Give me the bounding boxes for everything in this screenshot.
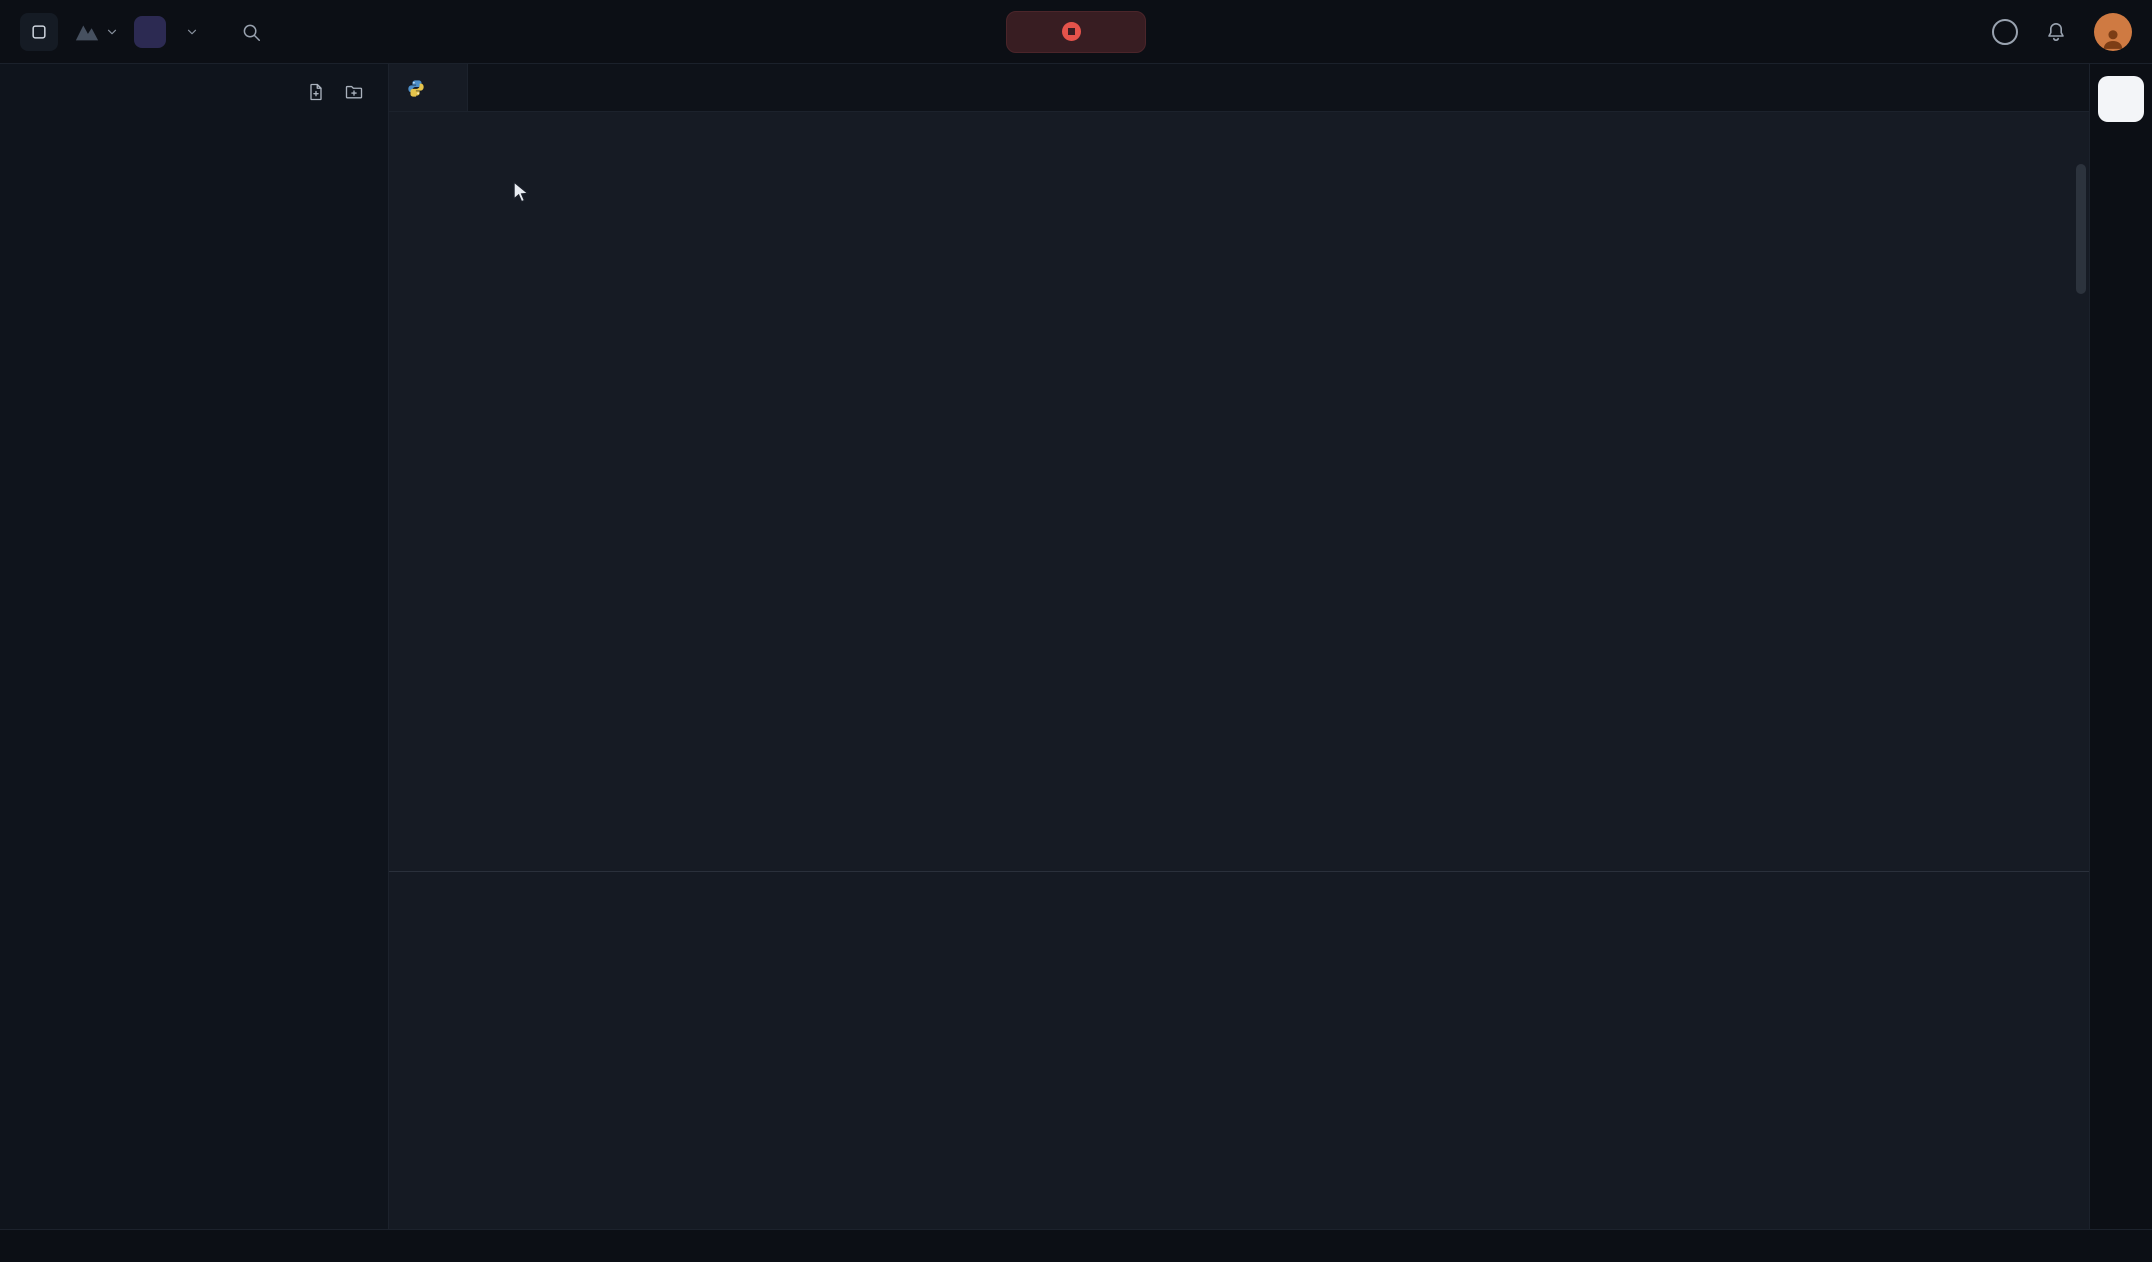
- person-icon: [2100, 25, 2126, 51]
- code-editor[interactable]: [389, 154, 2089, 871]
- new-folder-icon[interactable]: [344, 82, 364, 102]
- user-avatar[interactable]: [2094, 13, 2132, 51]
- help-button[interactable]: [1992, 19, 2018, 45]
- product-logo[interactable]: [74, 19, 118, 45]
- ide-window: [0, 0, 2152, 1262]
- editor-tab-docqa[interactable]: [389, 64, 468, 111]
- chevron-down-icon: [106, 26, 118, 38]
- ai-assistant-button[interactable]: [2098, 76, 2144, 122]
- mouse-cursor: [509, 180, 533, 213]
- app-menu-button[interactable]: [20, 13, 58, 51]
- workspace-switcher[interactable]: [134, 16, 198, 48]
- status-bar: [0, 1229, 2152, 1262]
- activity-rail: [2089, 64, 2152, 1229]
- logo-mountain-icon: [74, 19, 100, 45]
- stop-icon: [1062, 22, 1081, 41]
- editor-scrollbar-thumb[interactable]: [2076, 164, 2086, 294]
- stop-button[interactable]: [1006, 11, 1146, 53]
- terminal-output[interactable]: [389, 920, 2089, 1229]
- code-badge-icon: [134, 16, 166, 48]
- chevron-down-icon: [186, 26, 198, 38]
- bottom-panel: [389, 871, 2089, 1229]
- editor-tabbar: [389, 64, 2089, 112]
- app-menu-icon: [29, 22, 49, 42]
- search-icon[interactable]: [240, 21, 262, 43]
- notifications-bell-icon[interactable]: [2044, 20, 2068, 44]
- editor-area: [389, 64, 2089, 1229]
- topbar: [0, 0, 2152, 64]
- file-explorer: [0, 64, 389, 1229]
- new-file-icon[interactable]: [306, 82, 326, 102]
- python-file-icon: [407, 79, 425, 97]
- breadcrumb: [389, 112, 2089, 154]
- file-tree: [0, 120, 388, 1229]
